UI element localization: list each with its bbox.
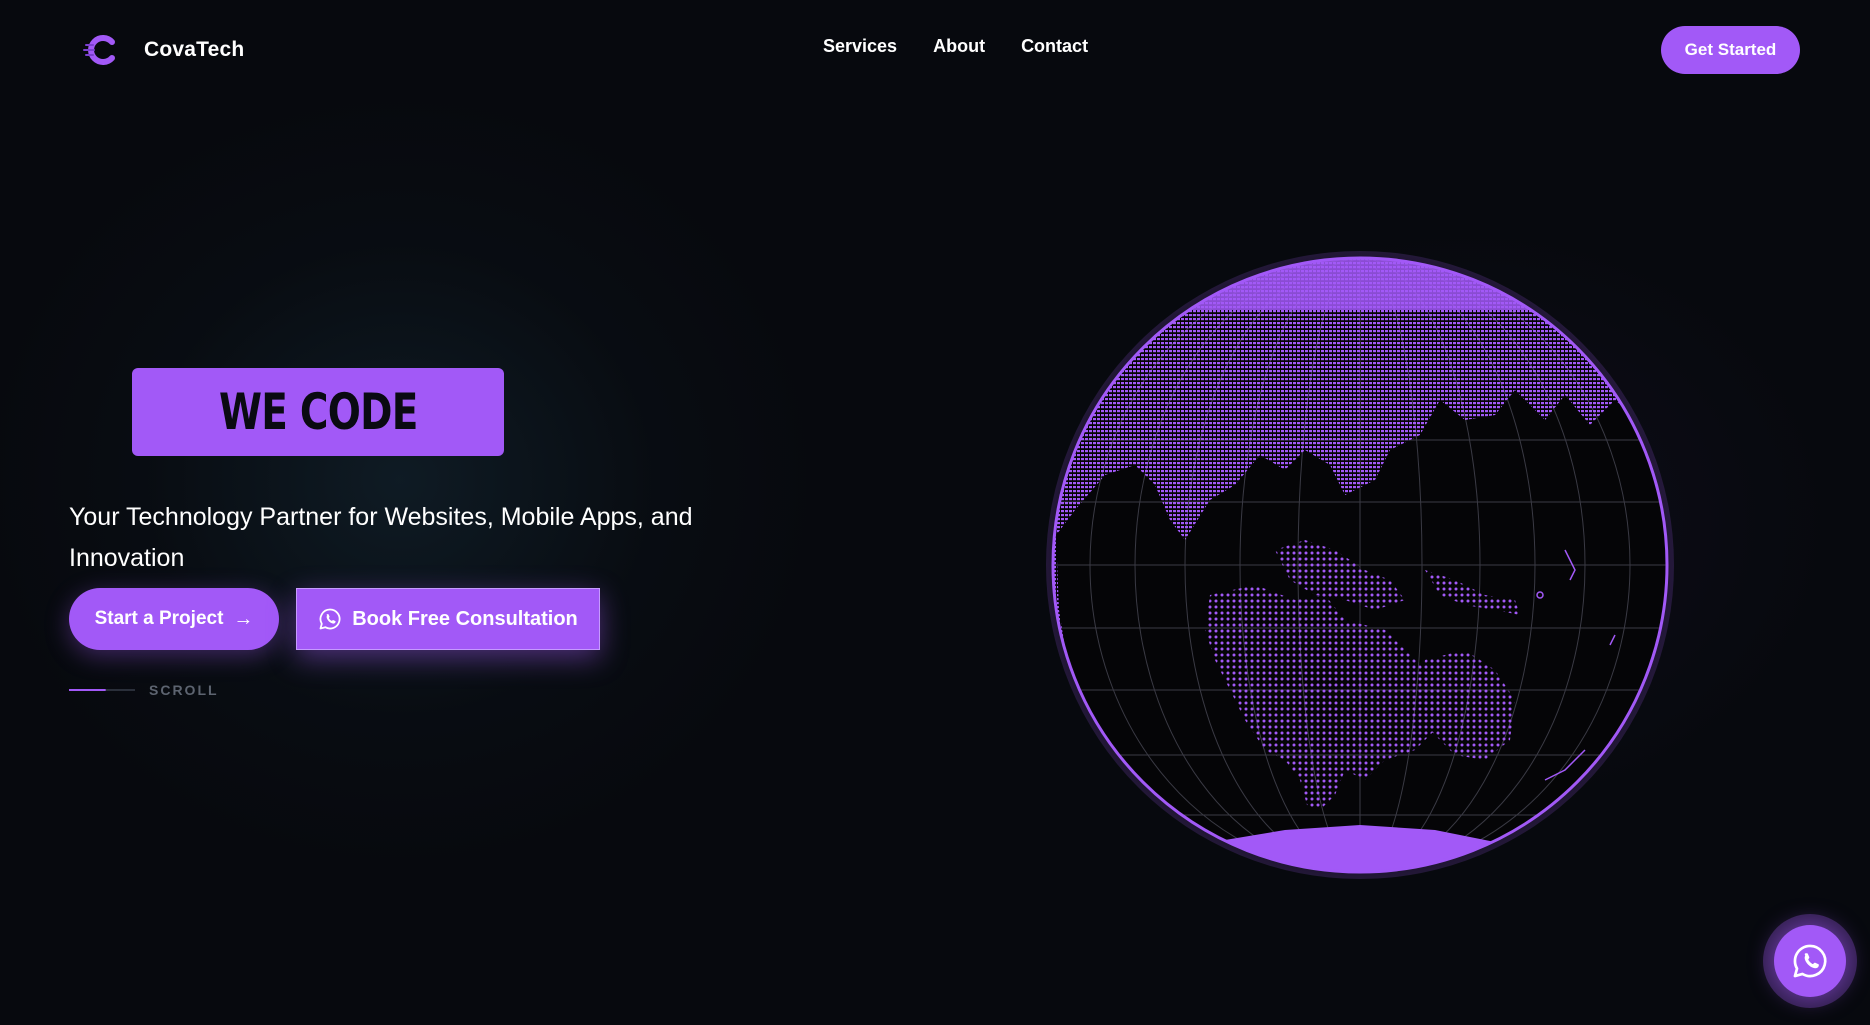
whatsapp-icon (319, 608, 341, 630)
brand-name: CovaTech (144, 38, 245, 61)
start-project-button[interactable]: Start a Project → (69, 588, 279, 650)
whatsapp-float-inner (1774, 925, 1846, 997)
start-project-label: Start a Project (94, 608, 224, 629)
scroll-line (69, 689, 135, 691)
scroll-indicator[interactable]: SCROLL (69, 680, 219, 700)
brand[interactable]: CovaTech (82, 30, 244, 70)
hero-tagline: Your Technology Partner for Websites, Mo… (69, 503, 693, 572)
whatsapp-icon (1793, 944, 1827, 978)
nav-services[interactable]: Services (823, 36, 897, 57)
book-consultation-label: Book Free Consultation (352, 607, 578, 630)
book-consultation-button[interactable]: Book Free Consultation (296, 588, 600, 650)
we-code-badge: WE CODE (132, 368, 504, 456)
page: CovaTech Services About Contact Get Star… (0, 0, 1870, 1025)
nav-about[interactable]: About (933, 36, 985, 57)
main-nav: Services About Contact (823, 36, 1088, 57)
nav-contact[interactable]: Contact (1021, 36, 1088, 57)
get-started-button[interactable]: Get Started (1661, 26, 1800, 74)
c-logo-icon (83, 35, 115, 65)
arrow-right-icon: → (233, 607, 254, 630)
globe-illustration (1046, 251, 1674, 879)
site-header: CovaTech Services About Contact Get Star… (0, 0, 1870, 100)
we-code-text: WE CODE (218, 383, 418, 441)
scroll-label: SCROLL (149, 682, 219, 698)
whatsapp-float-button[interactable] (1763, 914, 1857, 1008)
